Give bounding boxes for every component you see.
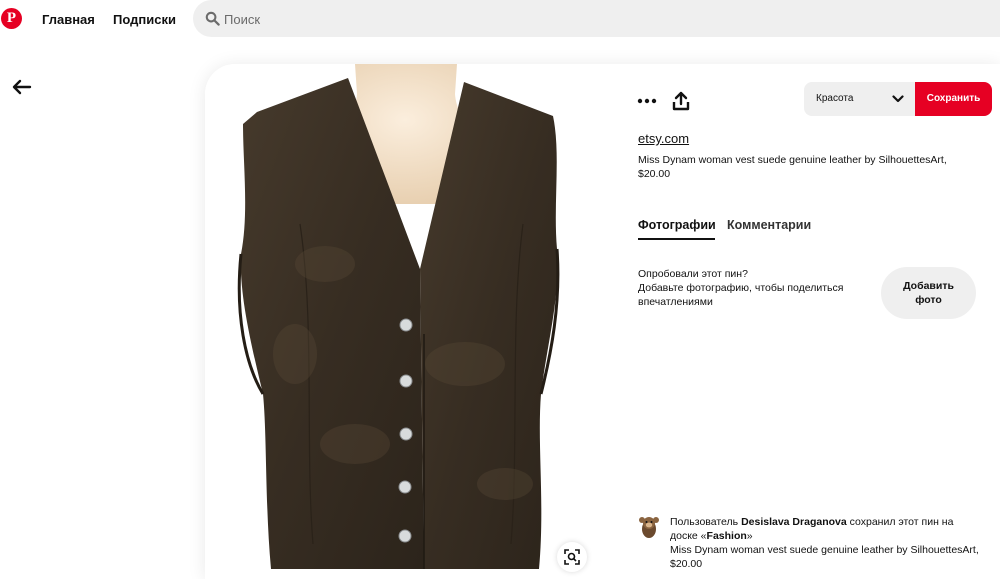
- avatar[interactable]: [638, 515, 660, 541]
- visual-search-icon: [564, 549, 580, 565]
- search-input[interactable]: [224, 9, 924, 29]
- saver-board[interactable]: Fashion: [707, 530, 747, 542]
- pin-image[interactable]: [205, 64, 606, 579]
- more-options-icon[interactable]: [636, 90, 658, 112]
- try-prompt-body: Добавьте фотографию, чтобы поделиться вп…: [638, 282, 844, 308]
- pin-card: Красота Сохранить etsy.com Miss Dynam wo…: [205, 64, 1000, 579]
- pin-description: Miss Dynam woman vest suede genuine leat…: [638, 154, 947, 180]
- save-button[interactable]: Сохранить: [915, 82, 992, 116]
- try-prompt-title: Опробовали этот пин?: [638, 268, 748, 280]
- visual-search-button[interactable]: [557, 542, 587, 572]
- saved-by-text: Пользователь Desislava Draganova сохрани…: [670, 515, 980, 571]
- active-tab-indicator: [638, 238, 715, 240]
- board-select-label: Красота: [816, 93, 854, 104]
- nav-home[interactable]: Главная: [42, 12, 95, 27]
- add-photo-button[interactable]: Добавить фото: [881, 267, 976, 319]
- try-prompt: Опробовали этот пин? Добавьте фотографию…: [638, 267, 878, 309]
- search-icon: [205, 11, 220, 26]
- share-icon[interactable]: [670, 90, 692, 112]
- source-link[interactable]: etsy.com: [638, 131, 689, 146]
- saved-by-prefix: Пользователь: [670, 516, 742, 528]
- tab-photos[interactable]: Фотографии: [638, 218, 716, 232]
- vest-photo: [237, 64, 560, 569]
- nav-subscriptions[interactable]: Подписки: [113, 12, 176, 27]
- top-bar: P Главная Подписки: [0, 0, 1000, 38]
- board-select[interactable]: Красота: [804, 82, 915, 116]
- add-photo-label-1: Добавить: [903, 280, 954, 292]
- saved-by-suffix: »: [746, 530, 753, 542]
- search-bar[interactable]: [193, 0, 1000, 37]
- pinterest-logo-icon[interactable]: P: [1, 8, 22, 29]
- chevron-down-icon: [892, 95, 904, 103]
- pin-details-panel: Красота Сохранить etsy.com Miss Dynam wo…: [606, 64, 1000, 579]
- saver-name[interactable]: Desislava Draganova: [741, 516, 847, 528]
- tab-comments[interactable]: Комментарии: [727, 218, 811, 232]
- add-photo-label-2: фото: [915, 294, 942, 306]
- back-arrow-icon[interactable]: [10, 78, 32, 96]
- saver-description: Miss Dynam woman vest suede genuine leat…: [670, 544, 979, 570]
